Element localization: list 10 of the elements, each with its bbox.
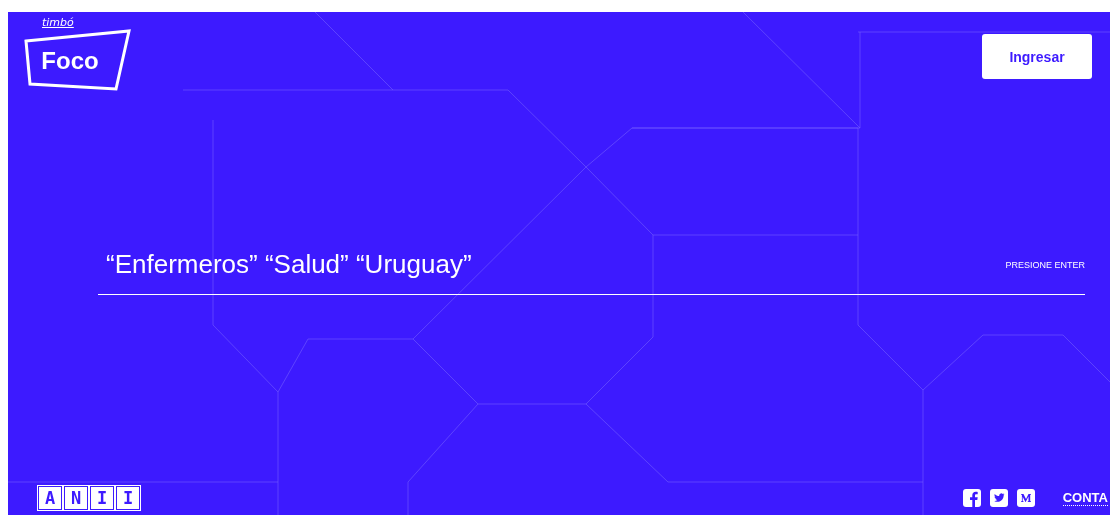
foco-logo[interactable]: Foco [24,29,132,91]
twitter-icon[interactable] [989,489,1008,507]
facebook-icon[interactable] [962,489,981,507]
search-field[interactable]: “Enfermeros” “Salud” “Uruguay” [98,249,1006,280]
partner-logo: A N I I [37,485,141,511]
contact-link[interactable]: CONTA [1062,490,1108,506]
search-hint: PRESIONE ENTER [1005,259,1085,270]
brand-name: timbó [42,16,74,29]
medium-icon[interactable] [1016,489,1035,507]
login-button[interactable]: Ingresar [982,34,1092,79]
